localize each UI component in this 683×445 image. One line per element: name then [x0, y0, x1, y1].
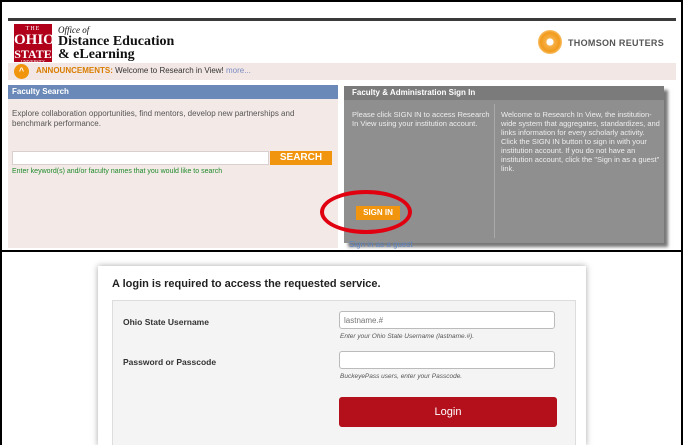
username-hint: Enter your Ohio State Username (lastname…: [340, 333, 475, 340]
announcement-label: ANNOUNCEMENTS:: [36, 66, 113, 75]
announcement-text: ANNOUNCEMENTS: Welcome to Research in Vi…: [36, 66, 251, 75]
login-form-box: A login is required to access the reques…: [98, 266, 586, 445]
thomson-reuters-wordmark: THOMSON REUTERS: [568, 38, 665, 48]
signin-instructions: Please click SIGN IN to access Research …: [352, 110, 490, 128]
screenshot-divider: [0, 250, 683, 252]
announcement-more-link[interactable]: more...: [226, 66, 251, 75]
research-in-view-page: THE OHIO STATE UNIVERSITY Office of Dist…: [8, 18, 676, 249]
username-input[interactable]: [339, 311, 555, 329]
announcement-icon: ^: [14, 64, 29, 79]
password-hint: BuckeyePass users, enter your Passcode.: [340, 373, 463, 380]
signin-title: Faculty & Administration Sign In: [344, 86, 664, 100]
announcement-bar: ^ ANNOUNCEMENTS: Welcome to Research in …: [8, 63, 676, 80]
osu-logo-line2: OHIO: [14, 32, 55, 48]
login-button[interactable]: Login: [339, 397, 557, 427]
password-input[interactable]: [339, 351, 555, 369]
highlight-circle: [320, 190, 412, 234]
password-label: Password or Passcode: [123, 357, 217, 367]
login-form: Ohio State Username Enter your Ohio Stat…: [112, 300, 576, 445]
office-title: Office of Distance Education & eLearning: [58, 25, 174, 62]
office-title-line2: & eLearning: [58, 47, 135, 62]
faculty-search-description: Explore collaboration opportunities, fin…: [12, 109, 295, 128]
signin-guest-link[interactable]: Sign in as a guest: [349, 240, 413, 249]
search-button[interactable]: SEARCH: [270, 151, 332, 165]
faculty-search-title: Faculty Search: [8, 85, 338, 99]
faculty-search-input[interactable]: [12, 151, 269, 165]
login-heading: A login is required to access the reques…: [112, 278, 381, 290]
site-header: THE OHIO STATE UNIVERSITY Office of Dist…: [8, 21, 676, 64]
thomson-reuters-logo-icon: [538, 30, 562, 54]
faculty-search-hint: Enter keyword(s) and/or faculty names th…: [12, 168, 223, 175]
faculty-search-panel: Faculty Search Explore collaboration opp…: [8, 85, 338, 248]
osu-logo[interactable]: THE OHIO STATE UNIVERSITY: [14, 24, 55, 64]
username-label: Ohio State Username: [123, 317, 209, 327]
signin-welcome-text: Welcome to Research In View, the institu…: [501, 110, 660, 173]
signin-divider: [494, 104, 495, 238]
announcement-message: Welcome to Research in View!: [115, 66, 224, 75]
